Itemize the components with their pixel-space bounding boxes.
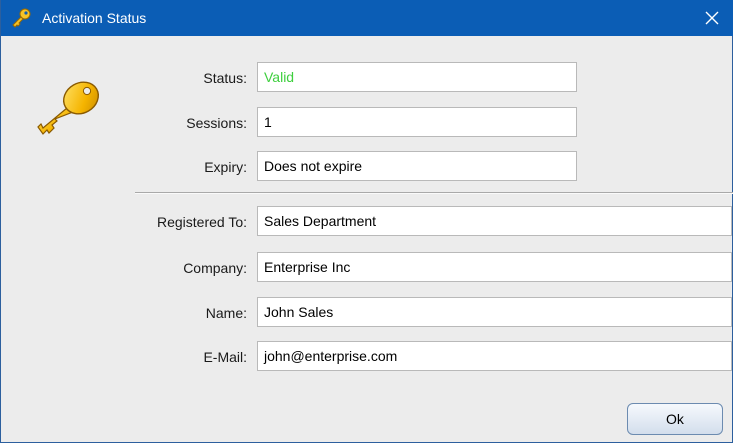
email-field[interactable]: john@enterprise.com — [257, 341, 732, 371]
activation-status-dialog: Activation Status Status: Valid Sessions… — [0, 0, 733, 443]
ok-button[interactable]: Ok — [627, 403, 723, 435]
expiry-field[interactable]: Does not expire — [257, 151, 577, 181]
sessions-label: Sessions: — [186, 115, 247, 131]
key-icon — [12, 8, 31, 28]
company-field[interactable]: Enterprise Inc — [257, 252, 732, 282]
close-button[interactable] — [690, 0, 733, 36]
name-field[interactable]: John Sales — [257, 297, 732, 327]
window-title: Activation Status — [42, 10, 147, 26]
sessions-field[interactable]: 1 — [257, 107, 577, 137]
status-label: Status: — [203, 70, 247, 86]
separator — [135, 192, 733, 194]
title-bar: Activation Status — [1, 0, 733, 36]
close-icon — [705, 11, 719, 25]
registered-to-field[interactable]: Sales Department — [257, 206, 732, 236]
expiry-label: Expiry: — [204, 159, 247, 175]
name-label: Name: — [205, 305, 247, 321]
registered-to-label: Registered To: — [156, 214, 247, 230]
email-label: E-Mail: — [203, 349, 247, 365]
status-field[interactable]: Valid — [257, 62, 577, 92]
company-label: Company: — [183, 260, 247, 276]
